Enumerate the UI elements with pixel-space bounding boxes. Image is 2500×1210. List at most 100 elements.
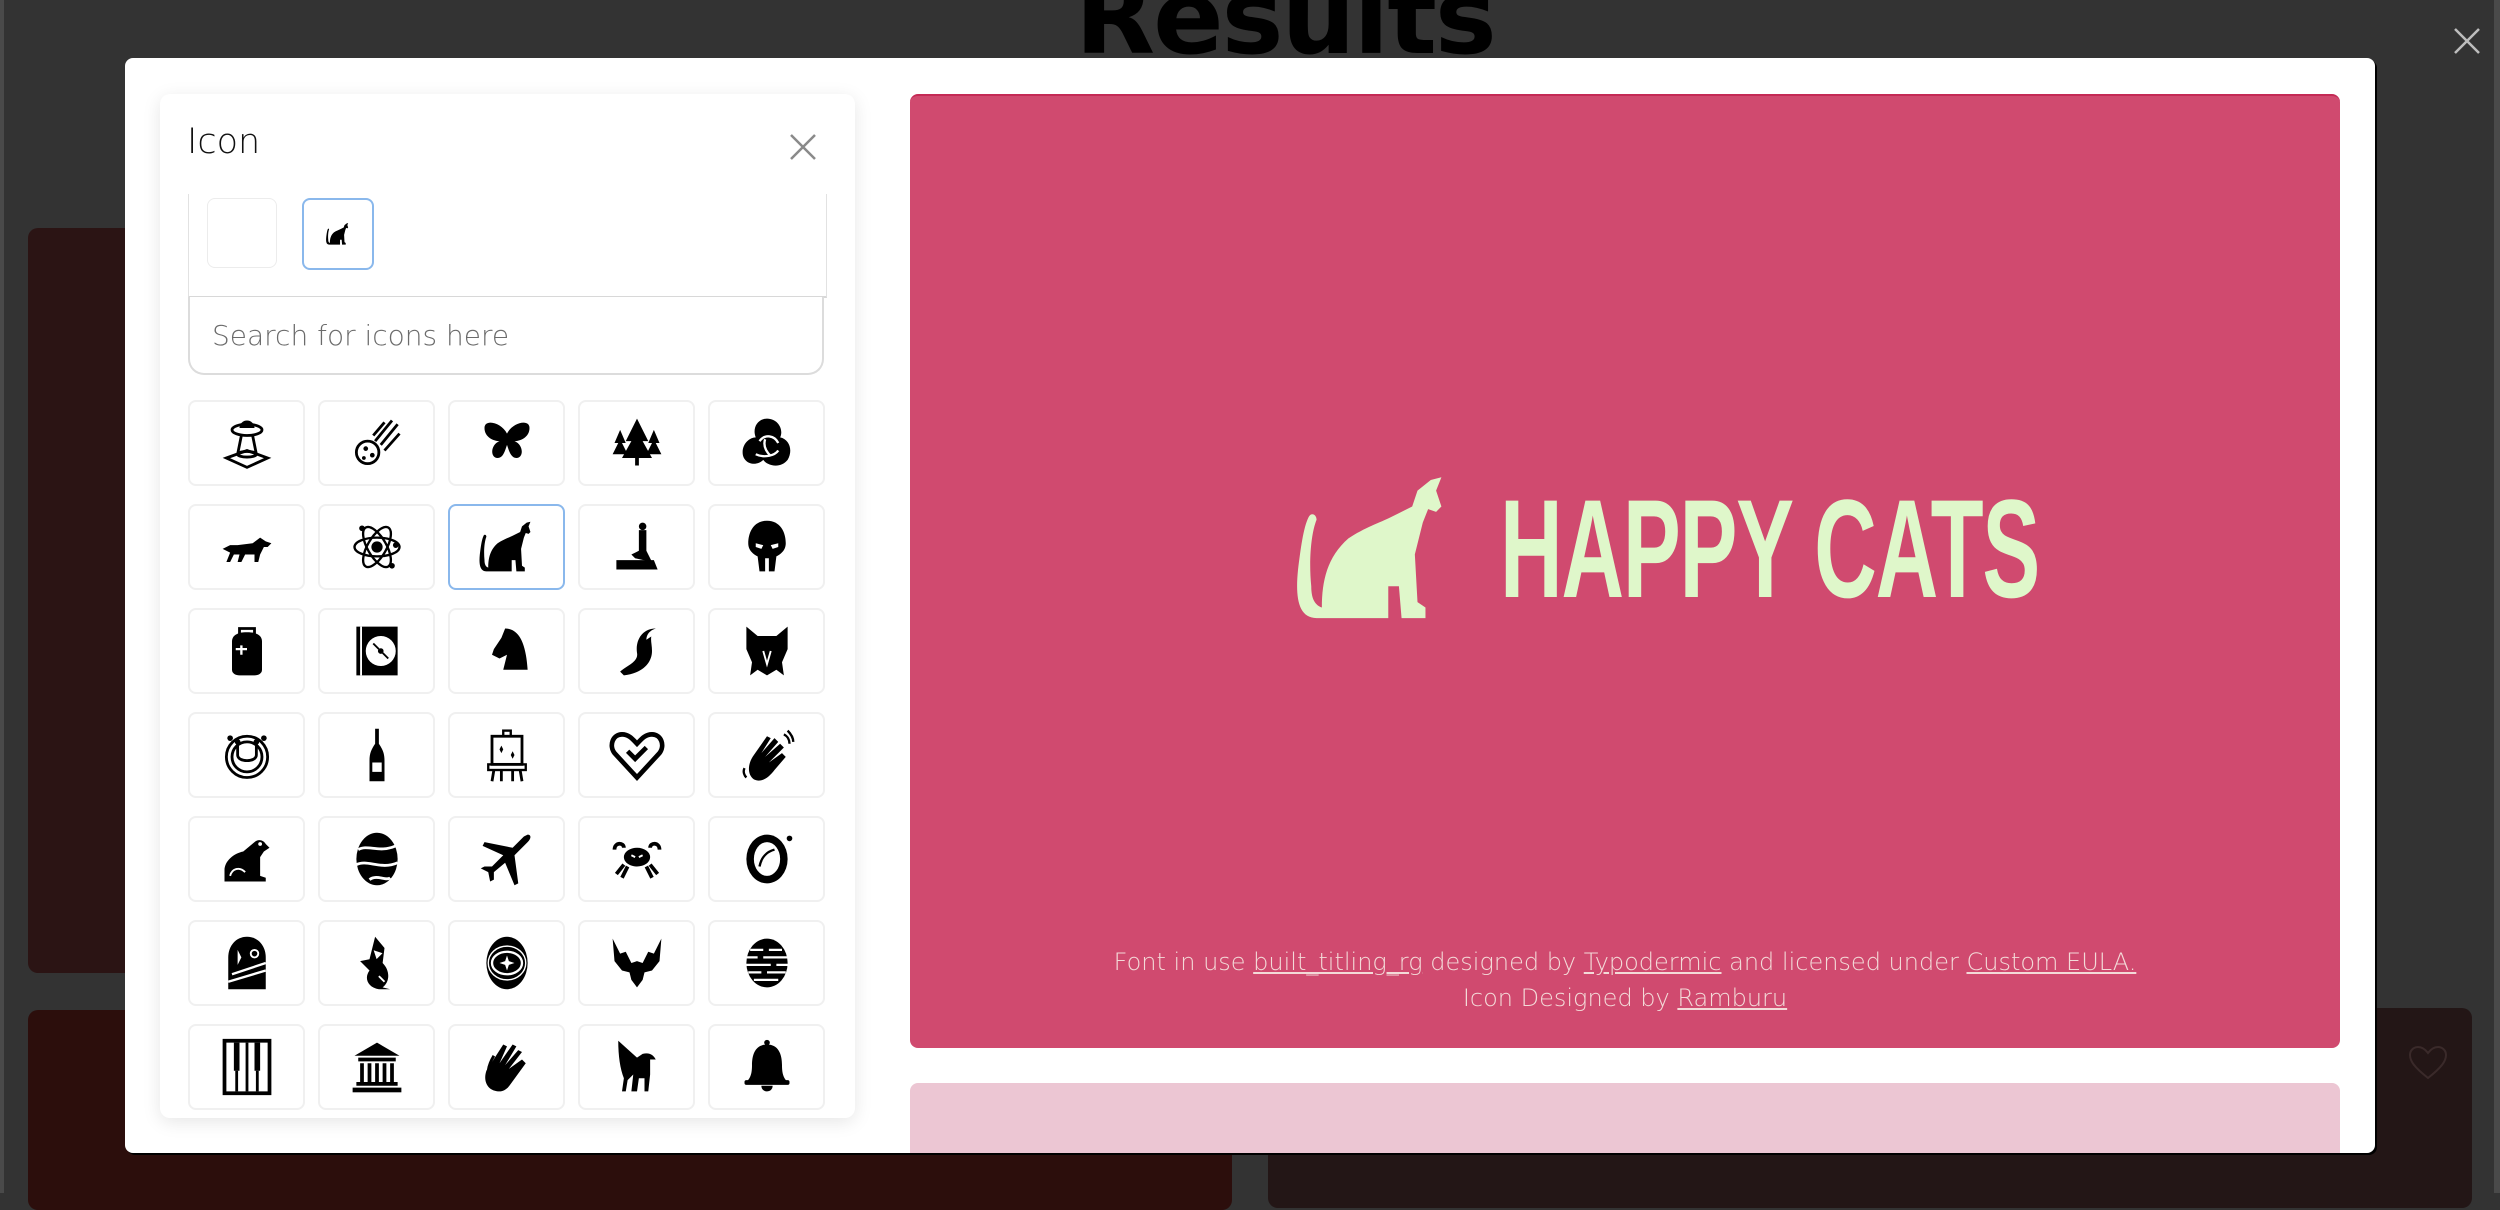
icon-panel: Icon bbox=[160, 94, 855, 1118]
icon-option-wolf-head[interactable] bbox=[708, 608, 825, 694]
icon-option-shark[interactable] bbox=[318, 920, 435, 1006]
icon-option-striped-planet[interactable] bbox=[708, 920, 825, 1006]
meteor-icon bbox=[354, 419, 401, 466]
logo: HAPPY CATS bbox=[1280, 464, 2369, 634]
icon-option-frog[interactable] bbox=[188, 816, 305, 902]
credit-text: designed by bbox=[1422, 948, 1584, 976]
icon-option-cat[interactable] bbox=[448, 504, 565, 590]
icon-option-crab[interactable] bbox=[578, 816, 695, 902]
icon-option-atom[interactable] bbox=[318, 504, 435, 590]
icon-option-eagle[interactable] bbox=[578, 920, 695, 1006]
license-link[interactable]: Custom EULA. bbox=[1966, 948, 2136, 976]
icon-option-wolf[interactable] bbox=[188, 504, 305, 590]
close-icon[interactable] bbox=[788, 132, 818, 162]
atom-icon bbox=[352, 525, 401, 569]
icon-option-piano-keys[interactable] bbox=[188, 1024, 305, 1110]
icon-option-mask[interactable] bbox=[708, 504, 825, 590]
piano-keys-icon bbox=[222, 1038, 271, 1096]
space-explorer-icon bbox=[227, 936, 266, 990]
icon-option-airplane[interactable] bbox=[448, 816, 565, 902]
champagne-bottle-icon bbox=[369, 728, 384, 782]
museum-icon bbox=[352, 1042, 401, 1093]
credit-text: Icon Designed by bbox=[1462, 984, 1678, 1012]
shark-icon bbox=[359, 936, 390, 990]
backpack-icon bbox=[231, 627, 262, 676]
cat-icon bbox=[479, 521, 530, 572]
planet-icon bbox=[355, 832, 398, 886]
icon-panel-title: Icon bbox=[187, 122, 261, 162]
credit-text: Font in use bbox=[1113, 948, 1254, 976]
font-name-link[interactable]: built_titling_rg bbox=[1253, 948, 1422, 976]
fox-tail-icon bbox=[619, 628, 656, 676]
cat-icon bbox=[1297, 477, 1442, 619]
page-edge bbox=[0, 0, 4, 1193]
icon-option-circuit-smile[interactable] bbox=[188, 712, 305, 798]
icon-option-museum[interactable] bbox=[318, 1024, 435, 1110]
icon-option-butterfly[interactable] bbox=[448, 400, 565, 486]
striped-planet-icon bbox=[745, 938, 788, 988]
knot-icon bbox=[742, 418, 790, 466]
ufo-abduction-icon bbox=[222, 420, 271, 469]
bell-icon bbox=[744, 1039, 789, 1092]
praying-hands-icon bbox=[484, 1044, 526, 1092]
icon-option-space-explorer[interactable] bbox=[188, 920, 305, 1006]
cat-icon bbox=[326, 223, 349, 245]
logo-text: HAPPY CATS bbox=[1500, 470, 2040, 627]
icon-option-champagne-bottle[interactable] bbox=[318, 712, 435, 798]
credit-text: and licensed under bbox=[1721, 948, 1967, 976]
icon-option-knot[interactable] bbox=[708, 400, 825, 486]
icon-option-heart-check[interactable] bbox=[578, 712, 695, 798]
close-icon[interactable] bbox=[2452, 26, 2482, 56]
wolf-icon bbox=[222, 537, 271, 562]
logo-preview-variant[interactable] bbox=[910, 1083, 2340, 1153]
font-credit-line: Font in use built_titling_rg designed by… bbox=[910, 944, 2340, 980]
icon-option-praying-hands[interactable] bbox=[448, 1024, 565, 1110]
crab-icon bbox=[612, 841, 661, 879]
cd-case-icon bbox=[355, 626, 398, 676]
font-designer-link[interactable]: Typodermic bbox=[1584, 948, 1722, 976]
circuit-smile-icon bbox=[224, 734, 269, 779]
icon-option-galaxy[interactable] bbox=[448, 920, 565, 1006]
icon-option-horse-head[interactable] bbox=[448, 608, 565, 694]
easel-icon bbox=[486, 729, 527, 782]
icon-option-planet[interactable] bbox=[318, 816, 435, 902]
butterfly-icon bbox=[484, 422, 529, 458]
selected-icon-slot-cat[interactable] bbox=[302, 198, 374, 270]
icon-option-fox-tail[interactable] bbox=[578, 608, 695, 694]
icon-option-griffin[interactable] bbox=[578, 1024, 695, 1110]
horse-head-icon bbox=[491, 628, 528, 670]
airplane-icon bbox=[480, 834, 530, 886]
heart-check-icon bbox=[609, 732, 664, 781]
astronaut-helmet-icon bbox=[745, 834, 792, 884]
icon-option-cd-case[interactable] bbox=[318, 608, 435, 694]
icon-option-easel[interactable] bbox=[448, 712, 565, 798]
icon-option-backpack[interactable] bbox=[188, 608, 305, 694]
mermaid-statue-icon bbox=[615, 522, 658, 570]
icon-grid bbox=[188, 400, 828, 1110]
eagle-icon bbox=[612, 938, 661, 988]
logo-editor-modal: Icon HAPPY CATS Font in use built_titlin… bbox=[125, 58, 2375, 1153]
wolf-head-icon bbox=[745, 626, 788, 676]
icon-search-input[interactable] bbox=[188, 297, 824, 375]
icon-option-bell[interactable] bbox=[708, 1024, 825, 1110]
pine-trees-icon bbox=[612, 418, 661, 466]
favorite-heart-icon[interactable] bbox=[2408, 1045, 2448, 1081]
galaxy-icon bbox=[485, 936, 528, 990]
icon-credit-line: Icon Designed by Ramburu bbox=[910, 980, 2340, 1016]
page-scrollbar[interactable] bbox=[2494, 0, 2500, 1193]
icon-option-mermaid-statue[interactable] bbox=[578, 504, 695, 590]
selected-icon-slot-empty[interactable] bbox=[207, 198, 277, 268]
icon-option-clapping-hands[interactable] bbox=[708, 712, 825, 798]
credits: Font in use built_titling_rg designed by… bbox=[910, 944, 2340, 1016]
griffin-icon bbox=[617, 1040, 656, 1092]
mask-icon bbox=[747, 520, 786, 572]
icon-option-astronaut-helmet[interactable] bbox=[708, 816, 825, 902]
icon-option-pine-trees[interactable] bbox=[578, 400, 695, 486]
icon-designer-link[interactable]: Ramburu bbox=[1677, 984, 1787, 1012]
selected-icons-row bbox=[188, 194, 827, 298]
icon-option-ufo-abduction[interactable] bbox=[188, 400, 305, 486]
frog-icon bbox=[224, 840, 269, 882]
icon-option-meteor[interactable] bbox=[318, 400, 435, 486]
clapping-hands-icon bbox=[742, 729, 794, 781]
logo-preview[interactable]: HAPPY CATS Font in use built_titling_rg … bbox=[910, 94, 2340, 1048]
